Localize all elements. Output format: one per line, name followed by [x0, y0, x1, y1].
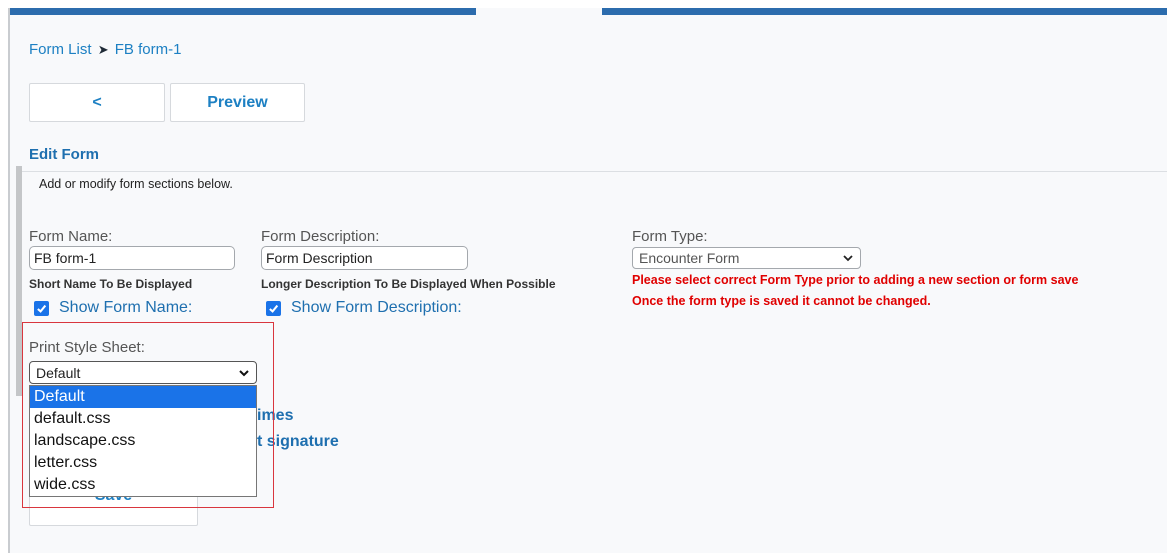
- form-type-select[interactable]: Encounter Form: [632, 247, 861, 269]
- back-button[interactable]: <: [29, 83, 165, 122]
- chevron-down-icon: [239, 369, 249, 376]
- form-type-error-1: Please select correct Form Type prior to…: [632, 273, 1079, 287]
- chevron-down-icon: [843, 255, 853, 262]
- show-form-description-checkbox[interactable]: [266, 300, 281, 316]
- form-type-selected: Encounter Form: [639, 250, 740, 266]
- show-form-description-label[interactable]: Show Form Description:: [291, 299, 462, 317]
- form-name-label: Form Name:: [29, 228, 113, 245]
- form-name-hint: Short Name To Be Displayed: [29, 277, 193, 291]
- dropdown-option-default[interactable]: Default: [30, 386, 256, 408]
- print-style-sheet-dropdown: Default default.css landscape.css letter…: [29, 385, 257, 497]
- show-form-description-row: Show Form Description:: [266, 299, 462, 317]
- form-description-hint: Longer Description To Be Displayed When …: [261, 277, 556, 291]
- show-form-name-row: Show Form Name:: [34, 299, 192, 317]
- breadcrumb-separator-icon: ➤: [97, 42, 109, 57]
- top-accent-bar-left: [10, 8, 476, 15]
- show-form-name-label[interactable]: Show Form Name:: [59, 299, 192, 317]
- section-title: Edit Form: [29, 146, 99, 163]
- breadcrumb-form-list-link[interactable]: Form List: [29, 41, 92, 58]
- form-description-label: Form Description:: [261, 228, 380, 245]
- print-style-sheet-selected: Default: [36, 364, 81, 381]
- breadcrumb-current: FB form-1: [114, 41, 182, 58]
- form-type-error-2: Once the form type is saved it cannot be…: [632, 294, 931, 308]
- dropdown-option-letter-css[interactable]: letter.css: [30, 452, 256, 474]
- dropdown-option-wide-css[interactable]: wide.css: [30, 474, 256, 496]
- print-style-sheet-label: Print Style Sheet:: [29, 339, 145, 356]
- dropdown-option-default-css[interactable]: default.css: [30, 408, 256, 430]
- checkmark-icon: [269, 304, 279, 313]
- section-subtitle: Add or modify form sections below.: [39, 177, 233, 191]
- form-description-input[interactable]: [261, 246, 468, 270]
- preview-button[interactable]: Preview: [170, 83, 305, 122]
- checkmark-icon: [37, 304, 47, 313]
- section-divider: [22, 171, 1167, 172]
- form-type-label: Form Type:: [632, 228, 708, 245]
- dropdown-option-landscape-css[interactable]: landscape.css: [30, 430, 256, 452]
- breadcrumb: Form List ➤ FB form-1: [29, 41, 181, 58]
- top-accent-bar-right: [602, 8, 1167, 15]
- show-form-name-checkbox[interactable]: [34, 300, 49, 316]
- print-style-sheet-select[interactable]: Default: [29, 361, 257, 384]
- form-name-input[interactable]: [29, 246, 235, 270]
